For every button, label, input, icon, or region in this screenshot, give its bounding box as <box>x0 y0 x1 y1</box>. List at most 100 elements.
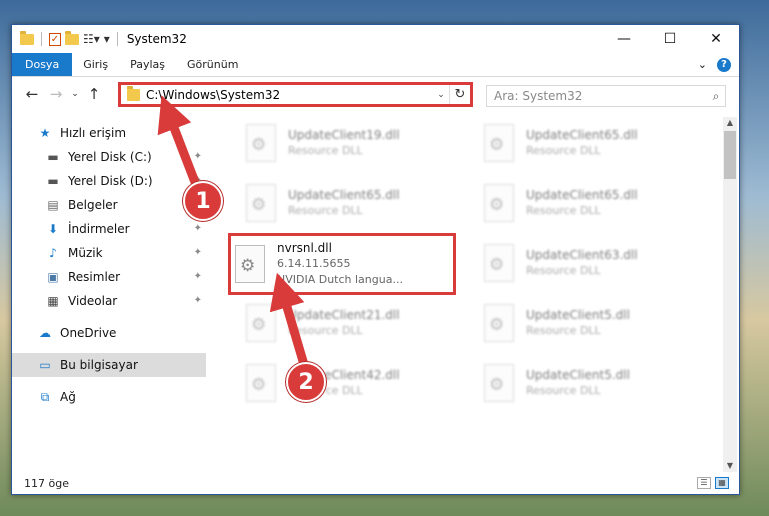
file-tile[interactable]: UpdateClient65.dll Resource DLL <box>466 115 696 171</box>
dll-file-icon <box>246 304 276 342</box>
refresh-button[interactable]: ↻ <box>449 85 470 104</box>
annotation-step-1-badge: 1 <box>183 181 223 221</box>
properties-check-icon[interactable]: ✓ <box>49 32 61 46</box>
sidebar-item[interactable]: ▣ Resimler ✦ <box>12 265 206 289</box>
scroll-thumb[interactable] <box>724 131 736 179</box>
dll-file-icon <box>246 364 276 402</box>
folder-icon <box>20 30 34 45</box>
new-folder-icon[interactable] <box>65 30 79 45</box>
file-company: NVIDIA Dutch langua... <box>277 273 403 286</box>
navigation-pane: ★ Hızlı erişim ▬ Yerel Disk (C:) ✦ ▬ Yerel Dis… <box>12 117 206 472</box>
file-tile[interactable]: UpdateClient42.dllResource DLL <box>228 355 458 411</box>
file-name: UpdateClient5.dll <box>526 308 630 322</box>
file-name: nvrsnl.dll <box>277 241 332 255</box>
sidebar-item[interactable]: ▭ Bu bilgisayar <box>12 353 206 377</box>
divider <box>116 32 118 46</box>
sidebar-item-label: Yerel Disk (C:) <box>68 150 152 164</box>
address-dropdown-icon[interactable]: ⌄ <box>433 90 449 100</box>
sidebar-item[interactable]: ★ Hızlı erişim <box>12 121 206 145</box>
pin-icon[interactable]: ✦ <box>194 295 202 306</box>
download-icon: ⬇ <box>47 222 59 236</box>
file-description: Resource DLL <box>288 324 363 337</box>
file-tile[interactable]: UpdateClient5.dll Resource DLL <box>466 295 696 351</box>
file-tile-highlighted[interactable]: nvrsnl.dll 6.14.11.5655 NVIDIA Dutch langu… <box>228 233 456 295</box>
sidebar-item[interactable]: ▬ Yerel Disk (C:) ✦ <box>12 145 206 169</box>
pin-icon[interactable]: ✦ <box>194 271 202 282</box>
dll-file-icon <box>246 184 276 222</box>
sidebar-item[interactable]: ▤Belgeler✦ <box>12 193 206 217</box>
maximize-button[interactable]: ☐ <box>647 25 693 53</box>
file-name: UpdateClient19.dll <box>288 128 400 142</box>
sidebar-item-label: Belgeler <box>68 198 118 212</box>
file-description: Resource DLL <box>288 144 363 157</box>
file-name: UpdateClient65.dll <box>526 188 638 202</box>
minimize-button[interactable]: — <box>601 25 647 53</box>
file-meta: UpdateClient65.dll Resource DLL <box>288 187 400 219</box>
tab-share[interactable]: Paylaş <box>119 53 176 76</box>
customize-toolbar-icon[interactable]: ☷▾ <box>83 32 100 46</box>
sidebar-item[interactable]: ⧉ Ağ <box>12 385 206 409</box>
file-description: Resource DLL <box>526 384 601 397</box>
file-meta: UpdateClient65.dll Resource DLL <box>526 127 638 159</box>
up-button[interactable]: ↑ <box>82 85 106 103</box>
star-icon: ★ <box>39 126 51 140</box>
document-icon: ▤ <box>47 198 59 212</box>
pin-icon[interactable]: ✦ <box>194 151 202 162</box>
item-count: 117 öge <box>24 476 69 490</box>
address-bar[interactable]: C:\Windows\System32 ⌄ ↻ <box>118 82 473 107</box>
file-tile[interactable]: UpdateClient19.dll Resource DLL <box>228 115 458 171</box>
search-box[interactable]: Ara: System32 ⌕ <box>486 85 726 107</box>
file-meta: UpdateClient5.dll Resource DLL <box>526 307 630 339</box>
tab-home[interactable]: Giriş <box>72 53 119 76</box>
music-icon: ♪ <box>49 246 57 260</box>
file-description: Resource DLL <box>526 204 601 217</box>
toolbar-dropdown-icon[interactable]: ▾ <box>104 32 110 46</box>
sidebar-item-label: OneDrive <box>60 326 117 340</box>
sidebar-item[interactable]: ⬇ İndirmeler ✦ <box>12 217 206 241</box>
status-bar: 117 öge ☰ ▦ <box>12 472 739 494</box>
sidebar-item-label: Bu bilgisayar <box>60 358 138 372</box>
scroll-down-icon[interactable]: ▼ <box>723 460 737 472</box>
file-tile[interactable]: UpdateClient5.dll Resource DLL <box>466 355 696 411</box>
pin-icon[interactable]: ✦ <box>194 247 202 258</box>
forward-button[interactable]: → <box>44 85 68 103</box>
sidebar-item[interactable]: ☁ OneDrive <box>12 321 206 345</box>
details-view-icon[interactable]: ☰ <box>697 477 711 489</box>
file-tile[interactable]: UpdateClient65.dll Resource DLL <box>466 175 696 231</box>
back-button[interactable]: ← <box>20 85 44 103</box>
help-icon[interactable]: ? <box>717 57 731 72</box>
file-name: UpdateClient63.dll <box>526 248 638 262</box>
scroll-up-icon[interactable]: ▲ <box>723 117 737 129</box>
sidebar-item-label: Müzik <box>68 246 103 260</box>
file-meta: nvrsnl.dll 6.14.11.5655 NVIDIA Dutch langu… <box>277 240 403 288</box>
tab-file[interactable]: Dosya <box>12 53 73 76</box>
vertical-scrollbar[interactable]: ▲ ▼ <box>723 117 737 472</box>
dll-file-icon <box>484 124 514 162</box>
file-meta: UpdateClient21.dll Resource DLL <box>288 307 400 339</box>
sidebar-item[interactable]: ▬Yerel Disk (D:)✦ <box>12 169 206 193</box>
pictures-icon: ▣ <box>47 270 59 284</box>
tiles-view-icon[interactable]: ▦ <box>715 477 729 489</box>
search-icon[interactable]: ⌕ <box>707 89 725 104</box>
file-explorer-window: ✓ ☷▾ ▾ System32 — ☐ ✕ Dosya Giriş Paylaş… <box>11 24 740 495</box>
tab-view[interactable]: Görünüm <box>176 53 249 76</box>
view-toggles: ☰ ▦ <box>697 477 729 489</box>
sidebar-item-label: Resimler <box>68 270 121 284</box>
search-input[interactable]: Ara: System32 <box>494 89 707 103</box>
file-tile[interactable]: UpdateClient63.dll Resource DLL <box>466 235 696 291</box>
video-icon: ▦ <box>47 294 59 308</box>
pin-icon[interactable]: ✦ <box>194 223 202 234</box>
file-tile[interactable]: UpdateClient21.dll Resource DLL <box>228 295 458 351</box>
dll-file-icon <box>484 244 514 282</box>
sidebar-item-label: Hızlı erişim <box>60 126 127 140</box>
sidebar-item[interactable]: ♪ Müzik ✦ <box>12 241 206 265</box>
sidebar-item-label: Ağ <box>60 390 76 404</box>
ribbon-expand-icon[interactable]: ⌄ <box>698 58 707 71</box>
close-button[interactable]: ✕ <box>693 25 739 53</box>
dll-file-icon <box>484 184 514 222</box>
recent-locations-button[interactable]: ⌄ <box>68 89 82 99</box>
address-path[interactable]: C:\Windows\System32 <box>146 88 433 102</box>
file-tile[interactable]: UpdateClient65.dll Resource DLL <box>228 175 458 231</box>
sidebar-item[interactable]: ▦ Videolar ✦ <box>12 289 206 313</box>
ribbon-tabs: Dosya Giriş Paylaş Görünüm ⌄ ? <box>12 53 739 77</box>
